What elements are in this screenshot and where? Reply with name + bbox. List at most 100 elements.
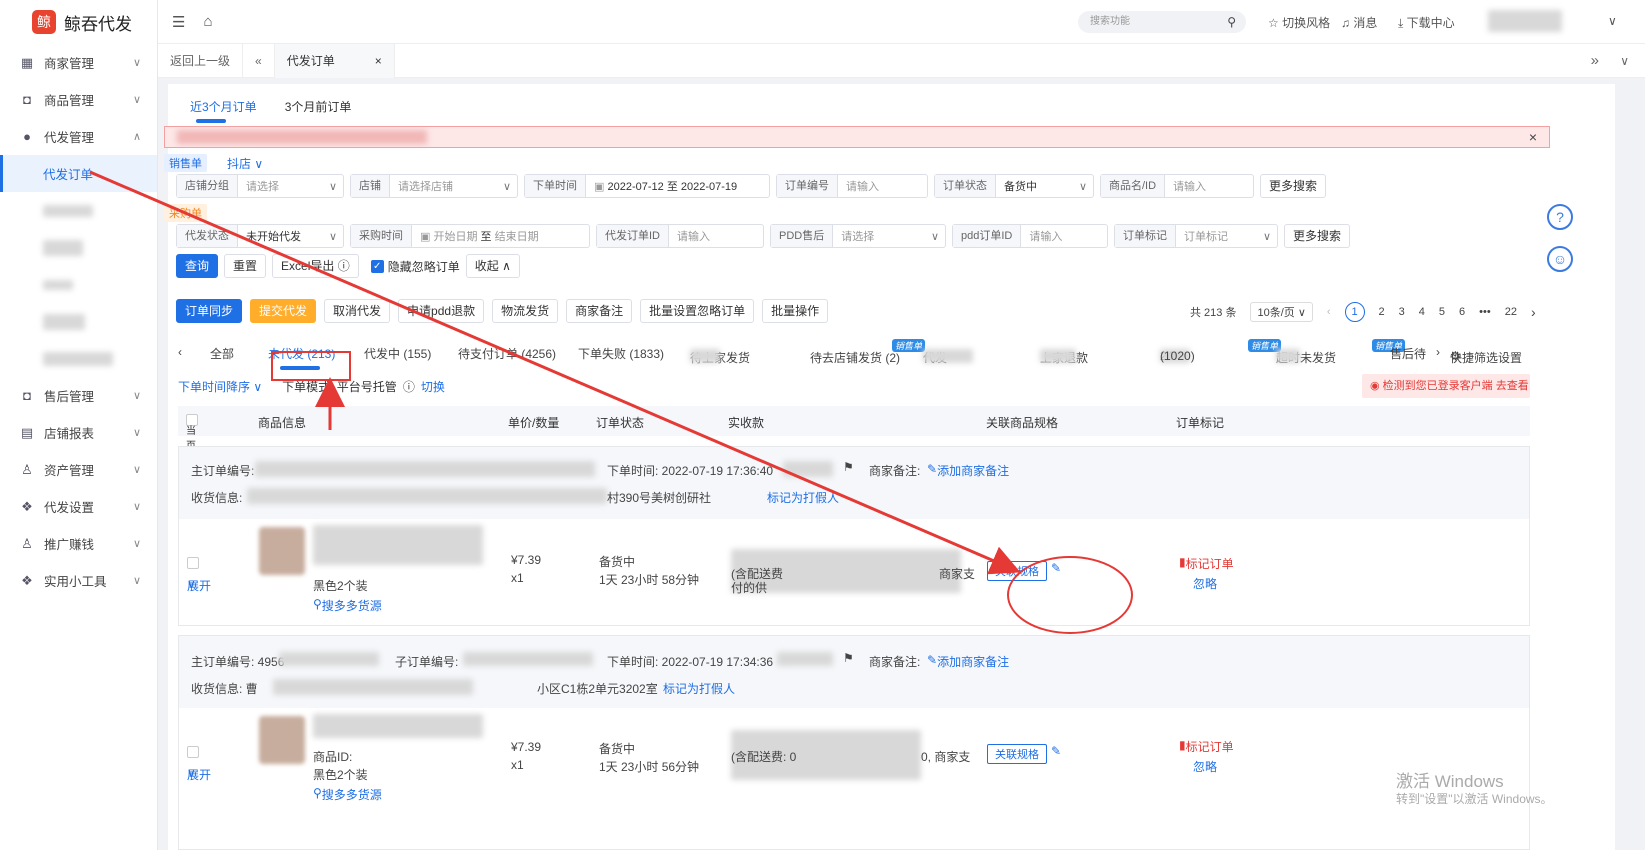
tab-aftersale[interactable]: 售后待	[1390, 345, 1426, 362]
sidebar-item-dispatch[interactable]: ● 代发管理 ∧	[0, 118, 157, 155]
ignore-link[interactable]: 忽略	[1193, 758, 1217, 775]
page-3[interactable]: 3	[1399, 306, 1405, 318]
prev-page-icon[interactable]: ‹	[1327, 306, 1331, 318]
tab-all[interactable]: 全部	[210, 345, 234, 362]
chevron-down-icon[interactable]: ∨	[1608, 14, 1617, 28]
submit-dispatch-button[interactable]: 提交代发	[250, 299, 317, 323]
page-6[interactable]: 6	[1459, 306, 1465, 318]
home-icon[interactable]: ⌂	[203, 13, 212, 30]
add-remark-link[interactable]: ✎ 添加商家备注	[927, 462, 1009, 478]
batch-operation-button[interactable]: 批量操作	[762, 299, 829, 323]
sidebar-item-merchant[interactable]: ▦ 商家管理 ∨	[0, 44, 157, 81]
tabs-left-icon[interactable]: «	[243, 43, 275, 78]
product-thumbnail[interactable]	[259, 716, 305, 764]
merchant-remark-button[interactable]: 商家备注	[566, 299, 633, 323]
ignore-link[interactable]: 忽略	[1193, 575, 1217, 592]
order-time-range[interactable]: 下单时间 ▣ 2022-07-12 至 2022-07-19	[524, 174, 770, 198]
tab-pending-payment[interactable]: 待支付订单 (4256)	[458, 345, 556, 362]
edit-icon[interactable]: ✎	[1051, 561, 1061, 575]
page-size-select[interactable]: 10条/页 ∨	[1250, 302, 1313, 322]
sidebar-item-report[interactable]: ▤ 店铺报表 ∨	[0, 414, 157, 451]
expand-link[interactable]: 展开 ∨	[187, 577, 211, 593]
order-checkbox[interactable]	[187, 557, 199, 569]
find-source-link[interactable]: ⚲ 搜多多货源	[313, 597, 382, 613]
switch-style-button[interactable]: ☆ 切换风格	[1268, 14, 1330, 31]
page-4[interactable]: 4	[1419, 306, 1425, 318]
sidebar-subitem[interactable]	[0, 266, 157, 303]
cancel-dispatch-button[interactable]: 取消代发	[324, 299, 391, 323]
sidebar-subitem[interactable]	[0, 303, 157, 340]
mark-order-link[interactable]: ▮ 标记订单	[1179, 738, 1234, 754]
sidebar-item-dispatch-orders[interactable]: 代发订单	[0, 155, 157, 192]
more-search-button[interactable]: 更多搜索	[1260, 174, 1327, 198]
find-source-link[interactable]: ⚲ 搜多多货源	[313, 786, 382, 802]
purchase-time-range[interactable]: 采购时间 ▣ 开始日期 至 结束日期	[350, 224, 590, 248]
tab-recent-orders[interactable]: 近3个月订单	[190, 98, 257, 115]
flag-icon[interactable]: ⚑	[843, 651, 854, 665]
sidebar-subitem[interactable]	[0, 229, 157, 266]
messages-button[interactable]: ♫ 消息	[1341, 14, 1377, 31]
pdd-aftersale-select[interactable]: PDD售后 请选择 ∨	[770, 224, 946, 248]
service-float-icon[interactable]: ☺	[1547, 246, 1573, 272]
tabs-prev-icon[interactable]: ‹	[178, 345, 182, 359]
tab-old-orders[interactable]: 3个月前订单	[285, 98, 352, 115]
mark-order-link[interactable]: ▮ 标记订单	[1179, 555, 1234, 571]
mark-fake-link[interactable]: 标记为打假人	[663, 680, 735, 697]
sidebar-item-promote[interactable]: ♙ 推广赚钱 ∨	[0, 525, 157, 562]
back-button[interactable]: 返回上一级	[158, 43, 244, 78]
select-all-checkbox[interactable]: 当页全选	[186, 414, 198, 482]
reset-button[interactable]: 重置	[224, 254, 267, 278]
sidebar-subitem[interactable]	[0, 192, 157, 229]
platform-select[interactable]: 抖店 ∨	[227, 155, 263, 172]
link-spec-button[interactable]: 关联规格	[987, 744, 1047, 764]
sidebar-item-assets[interactable]: ♙ 资产管理 ∨	[0, 451, 157, 488]
shop-group-select[interactable]: 店铺分组 请选择 ∨	[176, 174, 344, 198]
dispatch-status-select[interactable]: 代发状态 未开始代发 ∨	[176, 224, 344, 248]
switch-mode-link[interactable]: 切换	[421, 378, 445, 395]
help-float-icon[interactable]: ?	[1547, 204, 1573, 230]
order-checkbox[interactable]	[187, 746, 199, 758]
close-icon[interactable]: ×	[375, 44, 382, 78]
sidebar-item-aftersale[interactable]: ◘ 售后管理 ∨	[0, 377, 157, 414]
tabs-menu-icon[interactable]: ∨	[1620, 54, 1629, 68]
sort-select[interactable]: 下单时间降序 ∨	[178, 378, 262, 395]
add-remark-link[interactable]: ✎ 添加商家备注	[927, 653, 1009, 669]
link-spec-button[interactable]: 关联规格	[987, 561, 1047, 581]
sidebar-item-tools[interactable]: ❖ 实用小工具 ∨	[0, 562, 157, 599]
tabs-next-icon[interactable]: ›	[1436, 345, 1440, 359]
sidebar-item-settings[interactable]: ❖ 代发设置 ∨	[0, 488, 157, 525]
query-button[interactable]: 查询	[176, 254, 219, 278]
tab-order-failed[interactable]: 下单失败 (1833)	[578, 345, 664, 362]
tabs-right-icon[interactable]: »	[1591, 52, 1599, 69]
collapse-button[interactable]: 收起 ∧	[465, 254, 520, 278]
edit-icon[interactable]: ✎	[1051, 744, 1061, 758]
mark-fake-link[interactable]: 标记为打假人	[767, 489, 839, 506]
next-page-icon[interactable]: ›	[1531, 304, 1536, 320]
tab-dispatch-orders[interactable]: 代发订单 ×	[274, 43, 395, 78]
excel-export-button[interactable]: Excel导出 ⓘ	[272, 254, 359, 278]
order-status-select[interactable]: 订单状态 备货中 ∨	[934, 174, 1094, 198]
flag-icon[interactable]: ⚑	[843, 460, 854, 474]
shop-select[interactable]: 店铺 请选择店铺 ∨	[350, 174, 518, 198]
tab-dispatching[interactable]: 代发中 (155)	[364, 345, 431, 362]
sidebar-subitem[interactable]	[0, 340, 157, 377]
download-center-button[interactable]: ⤓ 下载中心	[1398, 14, 1455, 31]
expand-link[interactable]: 展开 ∨	[187, 766, 211, 782]
page-2[interactable]: 2	[1379, 306, 1385, 318]
logistics-ship-button[interactable]: 物流发货	[492, 299, 559, 323]
pdd-order-input[interactable]: pdd订单ID 请输入	[952, 224, 1108, 248]
pdd-refund-button[interactable]: 申请pdd退款	[398, 299, 485, 323]
page-ellipsis[interactable]: •••	[1479, 306, 1491, 318]
product-input[interactable]: 商品名/ID 请输入	[1100, 174, 1254, 198]
close-icon[interactable]: ×	[1529, 129, 1537, 145]
page-22[interactable]: 22	[1505, 306, 1517, 318]
page-1[interactable]: 1	[1344, 302, 1365, 322]
client-login-warning[interactable]: ◉ 检测到您已登录客户端 去查看	[1362, 374, 1530, 398]
page-5[interactable]: 5	[1439, 306, 1445, 318]
search-input[interactable]: 搜索功能 ⚲	[1078, 11, 1246, 33]
product-thumbnail[interactable]	[259, 527, 305, 575]
user-avatar[interactable]	[1488, 10, 1562, 32]
order-no-input[interactable]: 订单编号 请输入	[776, 174, 928, 198]
more-search-button[interactable]: 更多搜索	[1284, 224, 1351, 248]
tab-not-dispatched[interactable]: 未代发 (213)	[268, 345, 335, 362]
